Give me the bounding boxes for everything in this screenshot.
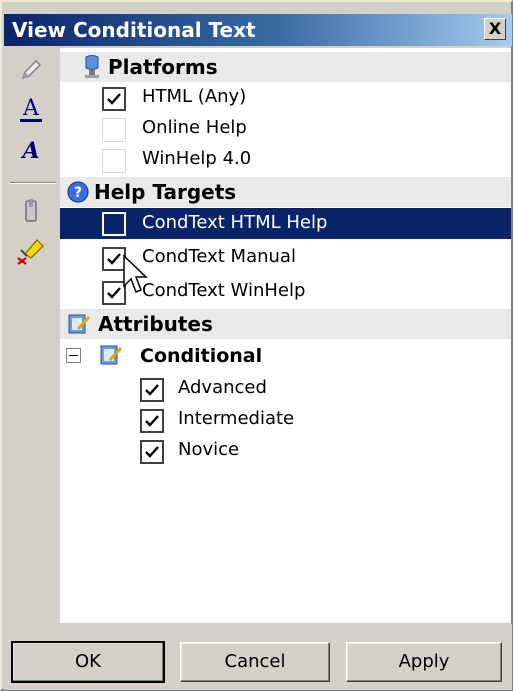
checkbox-intermediate[interactable]: [140, 409, 164, 433]
group-attributes[interactable]: Attributes: [60, 309, 511, 339]
close-button[interactable]: X: [484, 18, 506, 40]
item-label: HTML (Any): [142, 86, 247, 107]
group-help-targets[interactable]: ? Help Targets: [60, 177, 511, 207]
dialog-footer: OK Cancel Apply: [4, 624, 512, 690]
conditional-label: Conditional: [140, 345, 263, 367]
item-label: Intermediate: [178, 408, 295, 429]
view-conditional-text-dialog: View Conditional Text X A A Platforms HT…: [0, 0, 513, 691]
checkbox-condtext-html-help[interactable]: [102, 212, 126, 236]
platform-item-winhelp[interactable]: WinHelp 4.0: [60, 144, 511, 175]
attributes-icon: [66, 311, 92, 341]
conditional-icon: [98, 342, 124, 372]
checkbox-winhelp[interactable]: [102, 149, 126, 173]
attribute-item-novice[interactable]: Novice: [60, 435, 511, 466]
group-platforms[interactable]: Platforms: [60, 52, 511, 82]
item-label: WinHelp 4.0: [142, 148, 252, 169]
cancel-button[interactable]: Cancel: [180, 642, 330, 682]
platforms-icon: [80, 54, 104, 84]
attributes-label: Attributes: [98, 312, 213, 336]
item-label: Online Help: [142, 117, 247, 138]
platform-item-html[interactable]: HTML (Any): [60, 82, 511, 113]
item-label: CondText WinHelp: [142, 280, 306, 301]
help-icon: ?: [66, 180, 90, 208]
platform-item-online-help[interactable]: Online Help: [60, 113, 511, 144]
attribute-item-advanced[interactable]: Advanced: [60, 373, 511, 404]
text-underline-icon[interactable]: A: [14, 94, 48, 126]
mouse-pointer-icon: [122, 254, 148, 302]
checkbox-html-any[interactable]: [102, 87, 126, 111]
eraser-icon[interactable]: [14, 234, 48, 266]
side-toolbar: A A: [6, 48, 58, 623]
svg-text:A: A: [22, 96, 40, 121]
attribute-item-intermediate[interactable]: Intermediate: [60, 404, 511, 435]
platforms-label: Platforms: [108, 55, 218, 79]
conditions-tree: Platforms HTML (Any) Online Help WinHelp…: [60, 48, 511, 623]
svg-text:?: ?: [74, 185, 82, 201]
help-targets-label: Help Targets: [94, 180, 237, 204]
item-label: CondText Manual: [142, 246, 296, 267]
svg-text:A: A: [20, 138, 39, 164]
title-bar[interactable]: View Conditional Text X: [4, 14, 512, 46]
text-italic-icon[interactable]: A: [14, 134, 48, 166]
ok-button[interactable]: OK: [11, 641, 165, 683]
clip-icon[interactable]: [14, 196, 48, 228]
checkbox-online-help[interactable]: [102, 118, 126, 142]
target-item-condtext-html-help[interactable]: CondText HTML Help: [60, 208, 511, 239]
checkbox-novice[interactable]: [140, 440, 164, 464]
checkbox-advanced[interactable]: [140, 378, 164, 402]
attribute-group-conditional[interactable]: Conditional: [60, 340, 511, 371]
item-label: CondText HTML Help: [142, 212, 328, 233]
apply-button[interactable]: Apply: [346, 642, 502, 682]
item-label: Advanced: [178, 377, 267, 398]
window-title: View Conditional Text: [12, 18, 256, 42]
collapse-toggle[interactable]: [66, 348, 81, 363]
pencil-icon[interactable]: [14, 54, 48, 86]
toolbar-separator: [10, 182, 56, 184]
item-label: Novice: [178, 439, 240, 460]
